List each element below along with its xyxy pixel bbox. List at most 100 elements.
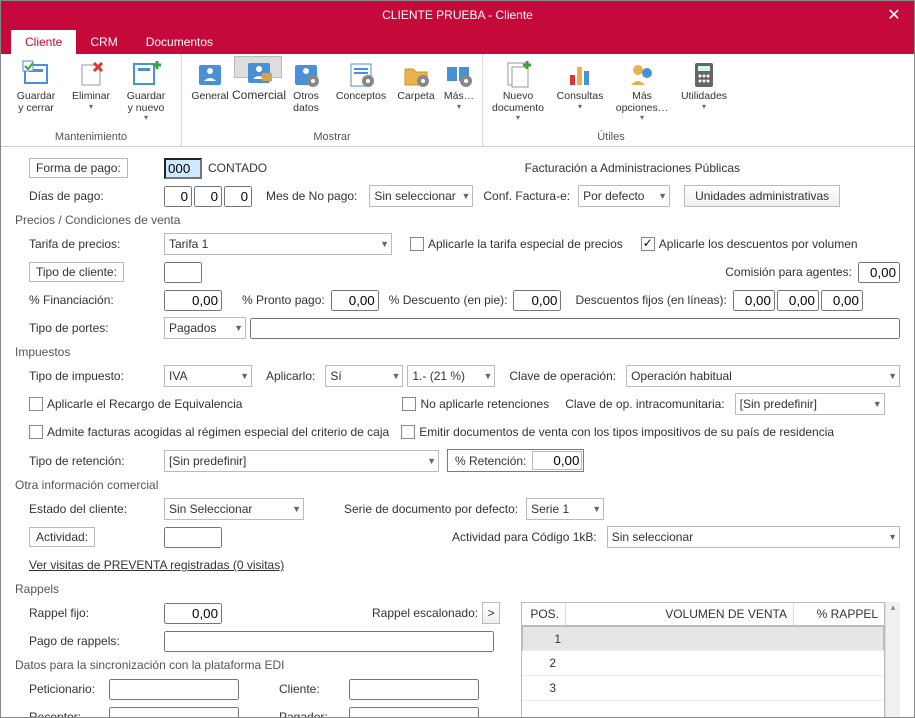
desc-fijo-2[interactable] <box>777 290 819 311</box>
label: Carpeta <box>397 91 434 103</box>
btn-mas-opciones[interactable]: Más opciones… ▾ <box>611 56 673 129</box>
btn-conceptos[interactable]: Conceptos <box>330 56 392 129</box>
label: Guardar y nuevo <box>127 91 166 114</box>
actividad-1kb-label: Actividad para Código 1kB: <box>452 530 597 544</box>
pct-retencion-input[interactable] <box>532 451 582 470</box>
chevron-down-icon: ▾ <box>89 103 93 112</box>
tipo-portes-select[interactable]: Pagados▼ <box>164 317 246 339</box>
scrollbar[interactable]: ▴ <box>885 602 900 717</box>
btn-carpeta[interactable]: Carpeta <box>392 56 440 129</box>
rappel-escalonado-label: Rappel escalonado: <box>372 606 478 620</box>
financiacion-input[interactable] <box>164 290 222 311</box>
tipo-impuesto-select[interactable]: IVA▼ <box>164 365 252 387</box>
clave-intracom-select[interactable]: [Sin predefinir]▼ <box>735 393 885 415</box>
otros-datos-icon <box>291 59 321 89</box>
chk-emitir-docs-label: Emitir documentos de venta con los tipos… <box>419 425 834 439</box>
conceptos-icon <box>346 59 376 89</box>
section-rappels: Rappels <box>15 582 900 596</box>
aplicarlo-select[interactable]: Sí▼ <box>325 365 403 387</box>
aplicarlo-rate-select[interactable]: 1.- (21 %)▼ <box>407 365 495 387</box>
table-row[interactable]: 3 <box>522 676 884 701</box>
btn-guardar-nuevo[interactable]: Guardar y nuevo ▾ <box>115 56 177 129</box>
portes-extra-input[interactable] <box>250 318 900 339</box>
cliente-edi-label: Cliente: <box>279 682 349 696</box>
general-icon <box>195 59 225 89</box>
label: Nuevo documento <box>492 91 544 114</box>
peticionario-input[interactable] <box>109 679 239 700</box>
dias-pago-2[interactable] <box>194 186 222 207</box>
dias-pago-1[interactable] <box>164 186 192 207</box>
dias-pago-label: Días de pago: <box>19 189 164 203</box>
rappel-fijo-input[interactable] <box>164 603 222 624</box>
unidades-administrativas-button[interactable]: Unidades administrativas <box>684 185 840 207</box>
users-icon <box>627 59 657 89</box>
btn-guardar-cerrar[interactable]: Guardar y cerrar <box>5 56 67 129</box>
chk-tarifa-especial[interactable] <box>410 237 424 251</box>
btn-nuevo-documento[interactable]: Nuevo documento ▾ <box>487 56 549 129</box>
btn-comercial[interactable]: Comercial <box>234 56 282 78</box>
section-edi: Datos para la sincronización con la plat… <box>15 658 521 672</box>
forma-pago-text: CONTADO <box>208 161 267 175</box>
clave-op-select[interactable]: Operación habitual▼ <box>626 365 900 387</box>
label: Eliminar <box>72 91 110 103</box>
conf-factura-select[interactable]: Por defecto▼ <box>578 185 670 207</box>
ver-visitas-link[interactable]: Ver visitas de PREVENTA registradas (0 v… <box>19 558 284 572</box>
descuento-pie-input[interactable] <box>513 290 561 311</box>
descuento-pie-label: % Descuento (en pie): <box>389 293 508 307</box>
table-row[interactable]: 1 <box>522 626 884 651</box>
actividad-1kb-select[interactable]: Sin seleccionar▼ <box>607 526 900 548</box>
desc-fijos-label: Descuentos fijos (en líneas): <box>575 293 726 307</box>
pronto-pago-input[interactable] <box>331 290 379 311</box>
desc-fijo-1[interactable] <box>733 290 775 311</box>
tarifa-select[interactable]: Tarifa 1▼ <box>164 233 392 255</box>
ribbon-group-utiles: Nuevo documento ▾ Consultas ▾ Más opcion… <box>483 54 739 146</box>
forma-pago-code[interactable] <box>164 158 202 179</box>
folder-icon <box>401 59 431 89</box>
mes-no-pago-select[interactable]: Sin seleccionar▼ <box>369 185 473 207</box>
tipo-cliente-button[interactable]: Tipo de cliente: <box>29 262 124 282</box>
th-rappel[interactable]: % RAPPEL <box>794 603 884 625</box>
dias-pago-3[interactable] <box>224 186 252 207</box>
btn-consultas[interactable]: Consultas ▾ <box>549 56 611 129</box>
save-close-icon <box>21 59 51 89</box>
chevron-down-icon: ▼ <box>380 239 389 249</box>
chk-recargo[interactable] <box>29 397 43 411</box>
actividad-button[interactable]: Actividad: <box>29 527 95 547</box>
chevron-down-icon: ▼ <box>658 191 667 201</box>
btn-utilidades[interactable]: Utilidades ▾ <box>673 56 735 129</box>
tab-cliente[interactable]: Cliente <box>11 30 76 54</box>
table-row[interactable]: 2 <box>522 651 884 676</box>
calculator-icon <box>689 59 719 89</box>
pago-rappels-input[interactable] <box>164 631 494 652</box>
btn-mas-mostrar[interactable]: Más… ▾ <box>440 56 478 129</box>
actividad-input[interactable] <box>164 527 222 548</box>
chevron-down-icon: ▼ <box>888 371 897 381</box>
fact-adm-pub-label: Facturación a Administraciones Públicas <box>525 161 740 175</box>
close-button[interactable]: ✕ <box>874 1 914 29</box>
chk-criterio-caja[interactable] <box>29 425 43 439</box>
estado-cliente-select[interactable]: Sin Seleccionar▼ <box>164 498 304 520</box>
desc-fijo-3[interactable] <box>821 290 863 311</box>
tipo-retencion-select[interactable]: [Sin predefinir]▼ <box>164 450 439 472</box>
btn-otros-datos[interactable]: Otros datos <box>282 56 330 129</box>
receptor-input[interactable] <box>109 707 239 718</box>
chevron-down-icon: ▼ <box>888 532 897 542</box>
serie-doc-select[interactable]: Serie 1▼ <box>526 498 604 520</box>
btn-general[interactable]: General <box>186 56 234 129</box>
chk-no-retenciones[interactable] <box>402 397 416 411</box>
cliente-edi-input[interactable] <box>349 679 479 700</box>
tab-documentos[interactable]: Documentos <box>132 30 227 54</box>
tipo-cliente-input[interactable] <box>164 262 202 283</box>
btn-eliminar[interactable]: Eliminar ▾ <box>67 56 115 129</box>
chk-emitir-docs[interactable] <box>401 425 415 439</box>
th-pos[interactable]: POS. <box>522 603 566 625</box>
tarifa-label: Tarifa de precios: <box>19 237 164 251</box>
forma-pago-button[interactable]: Forma de pago: <box>29 158 128 178</box>
rappel-escalonado-button[interactable]: > <box>482 602 500 624</box>
tab-crm[interactable]: CRM <box>76 30 131 54</box>
th-volumen[interactable]: VOLUMEN DE VENTA <box>566 603 794 625</box>
chk-desc-volumen[interactable] <box>641 237 655 251</box>
delete-icon <box>76 59 106 89</box>
pagador-input[interactable] <box>349 707 479 718</box>
comision-input[interactable] <box>858 262 900 283</box>
